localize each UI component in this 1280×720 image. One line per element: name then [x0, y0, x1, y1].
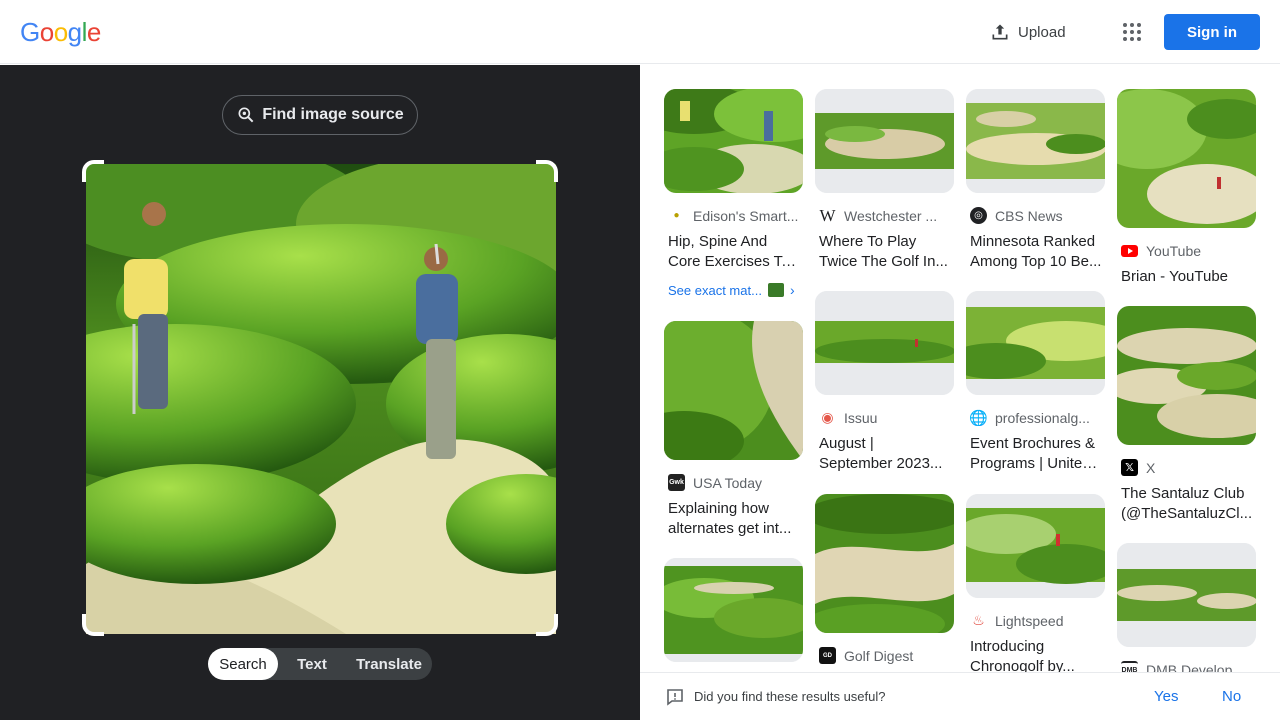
- result-thumbnail[interactable]: [815, 89, 954, 193]
- w-icon: W: [819, 207, 836, 224]
- result-thumbnail[interactable]: [966, 291, 1105, 395]
- result-title[interactable]: Where To Play Twice The Golf In...: [819, 232, 951, 272]
- result-title[interactable]: Introducing Chronogolf by...: [970, 637, 1102, 672]
- x-icon: 𝕏: [1121, 459, 1138, 476]
- logo-letter: o: [39, 17, 54, 47]
- result-card[interactable]: GD Golf Digest: [815, 494, 954, 664]
- feedback-question: Did you find these results useful?: [694, 689, 886, 704]
- result-source: Gwk USA Today: [668, 474, 763, 491]
- tab-search[interactable]: Search: [208, 648, 278, 680]
- result-source: 𝕏 X: [1121, 459, 1256, 476]
- result-thumbnail[interactable]: [966, 494, 1105, 598]
- query-image[interactable]: [86, 164, 556, 634]
- flame-icon: ♨: [972, 612, 985, 628]
- chevron-right-icon: ›: [789, 282, 795, 298]
- result-title[interactable]: The Santaluz Club (@TheSantaluzCl...: [1121, 484, 1253, 524]
- sign-in-button[interactable]: Sign in: [1164, 14, 1260, 50]
- crop-handle-bottom-left[interactable]: [82, 614, 104, 636]
- feedback-no-button[interactable]: No: [1222, 688, 1241, 705]
- result-title[interactable]: Minnesota Ranked Among Top 10 Be...: [970, 232, 1102, 272]
- result-card[interactable]: ● Edison's Smart... Hip, Spine And Core …: [664, 89, 803, 298]
- result-source: W Westchester ...: [819, 207, 938, 224]
- result-source: YouTube: [1121, 242, 1256, 259]
- top-bar: Google Upload Sign in: [0, 0, 1280, 64]
- feedback-yes-button[interactable]: Yes: [1154, 688, 1178, 705]
- result-card[interactable]: 𝕏 X The Santaluz Club (@TheSantaluzCl...: [1117, 306, 1256, 524]
- result-card[interactable]: [664, 558, 803, 662]
- result-card[interactable]: YouTube Brian - YouTube: [1117, 89, 1256, 287]
- result-source: ◉ Issuu: [819, 409, 954, 426]
- crop-handle-top-left[interactable]: [82, 160, 104, 182]
- result-card[interactable]: 🌐 professionalg... Event Brochures & Pro…: [966, 291, 1105, 474]
- result-thumbnail[interactable]: [664, 89, 803, 193]
- logo-letter: o: [53, 17, 68, 47]
- result-source: ◎ CBS News: [970, 207, 1105, 224]
- result-thumbnail[interactable]: [664, 321, 803, 460]
- pin-icon: ●: [673, 210, 680, 221]
- query-image-panel: Find image source Search Text Translate: [0, 65, 640, 720]
- tab-text[interactable]: Text: [278, 648, 346, 680]
- cbs-icon: ◎: [970, 207, 987, 224]
- results-panel: ● Edison's Smart... Hip, Spine And Core …: [640, 65, 1280, 672]
- logo-letter: G: [20, 17, 40, 47]
- gwk-icon: Gwk: [668, 474, 685, 491]
- result-title[interactable]: Event Brochures & Programs | United...: [970, 434, 1102, 474]
- result-card[interactable]: DMB DMB Develop...: [1117, 543, 1256, 672]
- apps-grid-icon[interactable]: [1120, 20, 1144, 44]
- crop-handle-top-right[interactable]: [536, 160, 558, 182]
- result-card[interactable]: ◎ CBS News Minnesota Ranked Among Top 10…: [966, 89, 1105, 272]
- result-thumbnail[interactable]: [1117, 89, 1256, 228]
- result-card[interactable]: W Westchester ... Where To Play Twice Th…: [815, 89, 954, 272]
- tab-translate[interactable]: Translate: [346, 648, 432, 680]
- result-card[interactable]: Gwk USA Today Explaining how alternates …: [664, 321, 803, 539]
- result-source: DMB DMB Develop...: [1121, 661, 1256, 672]
- result-title[interactable]: August | September 2023...: [819, 434, 951, 474]
- result-source: GD Golf Digest: [819, 647, 954, 664]
- result-card[interactable]: ◉ Issuu August | September 2023...: [815, 291, 954, 474]
- see-exact-matches-link[interactable]: See exact mat... ›: [668, 282, 803, 298]
- result-source: 🌐 professionalg...: [970, 409, 1090, 427]
- find-image-source-label: Find image source: [262, 106, 404, 123]
- result-thumbnail[interactable]: [1117, 306, 1256, 445]
- result-thumbnail[interactable]: [1117, 543, 1256, 647]
- google-logo[interactable]: Google: [20, 17, 101, 48]
- upload-button[interactable]: Upload: [990, 18, 1066, 46]
- result-source: ● Edison's Smart...: [668, 207, 803, 224]
- result-source: ♨ Lightspeed: [970, 612, 1105, 629]
- logo-letter: g: [67, 17, 82, 47]
- result-title[interactable]: Brian - YouTube: [1121, 267, 1253, 287]
- feedback-icon: [667, 689, 683, 706]
- issuu-icon: ◉: [821, 409, 834, 425]
- lens-search-icon: [238, 107, 254, 123]
- youtube-icon: [1121, 242, 1138, 259]
- dmb-icon: DMB: [1121, 661, 1138, 672]
- upload-icon: [992, 24, 1008, 40]
- logo-letter: e: [86, 17, 101, 47]
- golfdigest-icon: GD: [819, 647, 836, 664]
- globe-icon: 🌐: [970, 409, 988, 427]
- result-thumbnail[interactable]: [815, 494, 954, 633]
- upload-label: Upload: [1018, 23, 1066, 41]
- find-image-source-button[interactable]: Find image source: [222, 95, 418, 135]
- result-card[interactable]: ♨ Lightspeed Introducing Chronogolf by..…: [966, 494, 1105, 672]
- result-title[interactable]: Explaining how alternates get int...: [668, 499, 800, 539]
- feedback-bar: Did you find these results useful? Yes N…: [640, 672, 1280, 720]
- exact-match-thumbnail: [767, 283, 784, 297]
- result-thumbnail[interactable]: [815, 291, 954, 395]
- result-thumbnail[interactable]: [664, 558, 803, 662]
- mode-tabs: Search Text Translate: [208, 648, 432, 680]
- result-title[interactable]: Hip, Spine And Core Exercises To...: [668, 232, 800, 272]
- result-thumbnail[interactable]: [966, 89, 1105, 193]
